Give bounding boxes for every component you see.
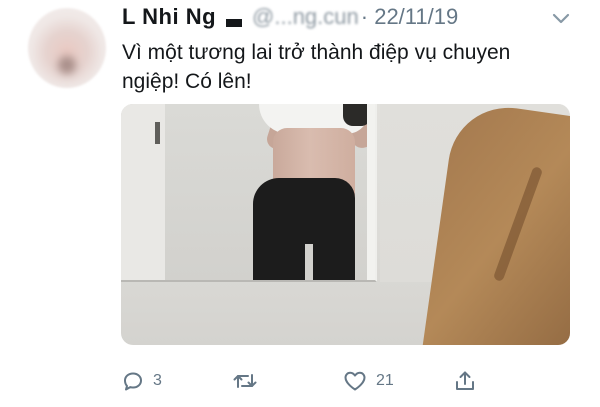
name-mark: [226, 19, 243, 27]
share-icon: [453, 369, 477, 393]
timestamp[interactable]: · 22/11/19: [361, 4, 458, 30]
tweet: L Nhi Ng @...ng.cun · 22/11/19 Vì một tư…: [0, 0, 600, 407]
retweet-button[interactable]: [232, 362, 266, 400]
tweet-actions: 3 21: [0, 362, 600, 400]
reply-count: 3: [153, 372, 162, 389]
tweet-photo[interactable]: [121, 104, 570, 345]
avatar[interactable]: [28, 8, 106, 88]
user-handle[interactable]: @...ng.cun: [252, 4, 359, 30]
like-count: 21: [376, 372, 394, 389]
reply-button[interactable]: 3: [121, 362, 162, 400]
share-button[interactable]: [453, 362, 477, 400]
display-name[interactable]: L Nhi Ng: [122, 4, 216, 30]
retweet-icon: [232, 369, 258, 393]
tweet-header: L Nhi Ng @...ng.cun · 22/11/19: [122, 2, 458, 32]
reply-icon: [121, 369, 145, 393]
like-button[interactable]: 21: [342, 362, 394, 400]
photo-mirror: [121, 104, 377, 282]
chevron-down-icon[interactable]: [548, 6, 574, 30]
heart-icon: [342, 369, 368, 393]
tweet-text: Vì một tương lai trở thành điệp vụ chuye…: [122, 41, 511, 93]
